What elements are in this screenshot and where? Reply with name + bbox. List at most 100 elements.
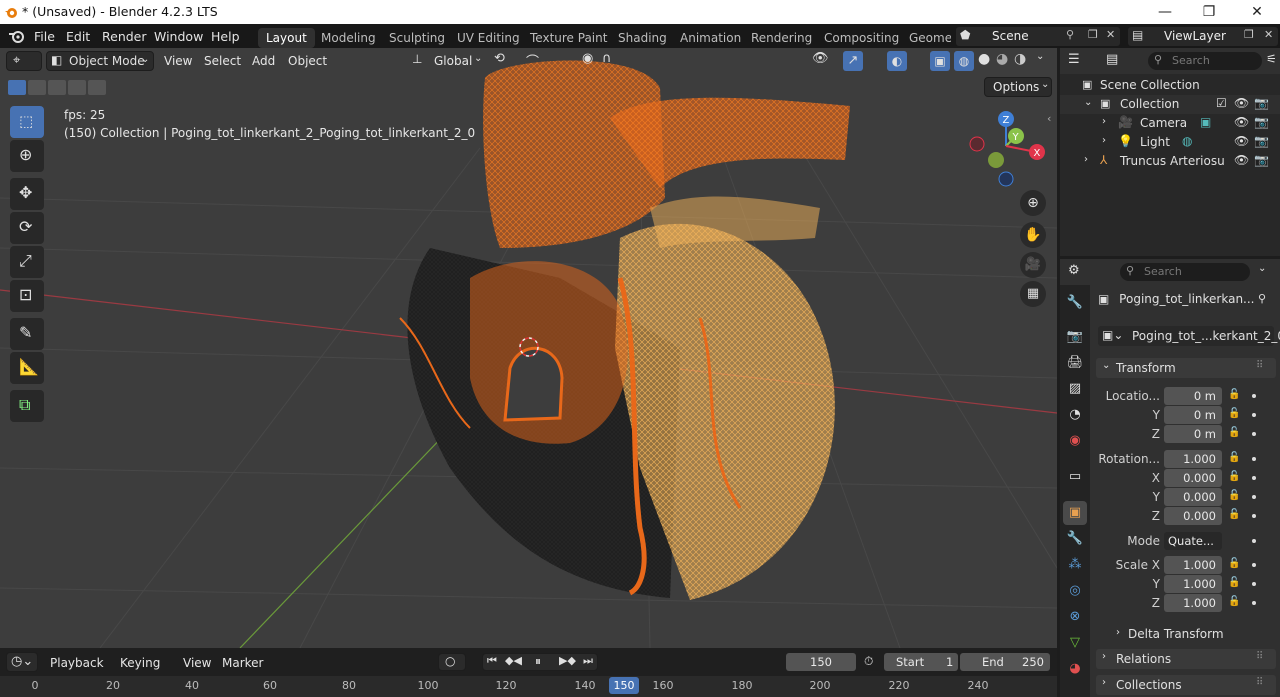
- collections-panel-header[interactable]: › Collections ⠿: [1096, 675, 1276, 695]
- location-x-field[interactable]: 0 m: [1164, 387, 1222, 405]
- menu-file[interactable]: File: [34, 29, 55, 44]
- object-tab-icon[interactable]: ▣: [1063, 501, 1087, 525]
- constraints-tab-icon[interactable]: ⊗: [1063, 605, 1087, 629]
- jump-keyframe-forward-icon[interactable]: ▶◆: [559, 654, 576, 667]
- select-subtract-icon[interactable]: [48, 80, 66, 95]
- chevron-down-icon[interactable]: ⌄: [1258, 263, 1266, 274]
- keyframe-dot-icon[interactable]: [1252, 495, 1256, 499]
- render-tab-icon[interactable]: 📷: [1063, 325, 1087, 349]
- location-y-field[interactable]: 0 m: [1164, 406, 1222, 424]
- menu-window[interactable]: Window: [154, 29, 203, 44]
- jump-start-icon[interactable]: ⏮: [487, 654, 497, 668]
- eye-icon[interactable]: 👁: [1234, 115, 1249, 129]
- select-mode-buttons[interactable]: [8, 80, 106, 96]
- drag-handle-icon[interactable]: ⠿: [1256, 651, 1263, 662]
- outliner-editor-icon[interactable]: ☰: [1068, 52, 1080, 67]
- rotation-y-field[interactable]: 0.000: [1164, 488, 1222, 506]
- close-button[interactable]: ✕: [1234, 0, 1280, 24]
- render-camera-icon[interactable]: 📷: [1254, 153, 1269, 167]
- remove-scene-icon[interactable]: ✕: [1106, 28, 1115, 41]
- keyframe-dot-icon[interactable]: [1252, 582, 1256, 586]
- navigation-gizmo[interactable]: Z Y X: [964, 108, 1050, 192]
- physics-tab-icon[interactable]: ◎: [1063, 579, 1087, 603]
- transform-tool[interactable]: ⊡: [10, 280, 44, 312]
- scale-z-field[interactable]: 1.000: [1164, 594, 1222, 612]
- keyframe-dot-icon[interactable]: [1252, 476, 1256, 480]
- keyframe-dot-icon[interactable]: [1252, 394, 1256, 398]
- options-dropdown[interactable]: Options ⌄: [984, 77, 1052, 97]
- lock-icon[interactable]: 🔓: [1228, 471, 1240, 482]
- end-frame-field[interactable]: End 250: [960, 653, 1050, 671]
- overlays-toggle-icon[interactable]: ◐: [887, 51, 907, 71]
- select-invert-icon[interactable]: [68, 80, 86, 95]
- wireframe-shading-icon[interactable]: ◍: [954, 51, 974, 71]
- add-cube-tool[interactable]: ⧉: [10, 390, 44, 422]
- maximize-button[interactable]: ❐: [1186, 0, 1232, 24]
- mesh-data-selector[interactable]: ▣⌄ Poging_tot_...kerkant_2_0: [1098, 326, 1280, 346]
- data-tab-icon[interactable]: ▽: [1063, 631, 1087, 655]
- outliner-row-collection[interactable]: ⌄ ▣ Collection ☑ 👁 📷: [1060, 95, 1280, 114]
- chevron-down-icon[interactable]: ⌄: [1036, 51, 1044, 62]
- keyframe-dot-icon[interactable]: [1252, 563, 1256, 567]
- lock-icon[interactable]: 🔓: [1228, 558, 1240, 569]
- viewlayer-selector[interactable]: ▤ ViewLayer ❐ ✕: [1128, 27, 1278, 46]
- new-scene-icon[interactable]: ❐: [1088, 28, 1098, 41]
- render-camera-icon[interactable]: 📷: [1254, 134, 1269, 148]
- rotation-mode-dropdown[interactable]: Quate...: [1164, 532, 1222, 550]
- select-new-icon[interactable]: [8, 80, 26, 95]
- material-shading-icon[interactable]: ◕: [996, 51, 1008, 67]
- new-viewlayer-icon[interactable]: ❐: [1244, 28, 1254, 41]
- timeline-menu-view[interactable]: View: [183, 656, 211, 670]
- tab-rendering[interactable]: Rendering: [743, 28, 820, 48]
- heart-wireframe-model[interactable]: [399, 60, 850, 601]
- keyframe-dot-icon[interactable]: [1252, 601, 1256, 605]
- drag-handle-icon[interactable]: ⠿: [1256, 677, 1263, 688]
- menu-help[interactable]: Help: [211, 29, 240, 44]
- keyframe-dot-icon[interactable]: [1252, 413, 1256, 417]
- outliner-row-truncus[interactable]: › ⅄ Truncus Arteriosu 👁 📷: [1060, 152, 1280, 171]
- viewport-menu-object[interactable]: Object: [288, 54, 327, 68]
- perspective-toggle-icon[interactable]: ▦: [1020, 281, 1046, 307]
- minimize-button[interactable]: —: [1142, 0, 1188, 24]
- rotate-tool[interactable]: ⟳: [10, 212, 44, 244]
- lock-icon[interactable]: 🔓: [1228, 509, 1240, 520]
- object-name[interactable]: Poging_tot_linkerkan...: [1119, 292, 1254, 306]
- editor-type-button[interactable]: ⌖: [6, 51, 42, 71]
- lock-icon[interactable]: 🔓: [1228, 427, 1240, 438]
- chevron-down-icon[interactable]: ⌄: [1084, 97, 1092, 108]
- delta-transform-subpanel[interactable]: › Delta Transform: [1108, 625, 1268, 643]
- rotation-z-field[interactable]: 0.000: [1164, 507, 1222, 525]
- measure-tool[interactable]: 📐: [10, 352, 44, 384]
- display-mode-icon[interactable]: ▤: [1106, 52, 1118, 67]
- tab-layout[interactable]: Layout: [258, 28, 315, 48]
- tab-modeling[interactable]: Modeling: [313, 28, 384, 48]
- blender-menu-icon[interactable]: [8, 28, 26, 44]
- transform-orientation-dropdown[interactable]: ⊥ Global ⌄: [408, 51, 484, 71]
- timeline-ruler[interactable]: 0 20 40 60 80 100 120 140 150 160 180 20…: [0, 676, 1057, 697]
- annotate-tool[interactable]: ✎: [10, 318, 44, 350]
- lock-icon[interactable]: 🔓: [1228, 452, 1240, 463]
- keyframe-dot-icon[interactable]: [1252, 514, 1256, 518]
- camera-view-icon[interactable]: 🎥: [1020, 252, 1046, 278]
- location-z-field[interactable]: 0 m: [1164, 425, 1222, 443]
- mode-dropdown[interactable]: ◧ Object Mode ⌄: [46, 51, 154, 71]
- start-frame-field[interactable]: Start 1: [884, 653, 958, 671]
- zoom-icon[interactable]: ⊕: [1020, 190, 1046, 216]
- timeline-editor-type-button[interactable]: ◷⌄: [6, 652, 38, 672]
- tab-uv-editing[interactable]: UV Editing: [449, 28, 528, 48]
- lock-icon[interactable]: 🔓: [1228, 596, 1240, 607]
- remove-viewlayer-icon[interactable]: ✕: [1264, 28, 1273, 41]
- select-extend-icon[interactable]: [28, 80, 46, 95]
- eye-icon[interactable]: 👁: [1234, 153, 1249, 167]
- sidebar-toggle-icon[interactable]: ‹: [1047, 112, 1051, 125]
- tab-geometry-nodes[interactable]: Geomet: [901, 28, 951, 48]
- view-layer-tab-icon[interactable]: ▨: [1063, 377, 1087, 401]
- tab-texture-paint[interactable]: Texture Paint: [522, 28, 615, 48]
- outliner-row-camera[interactable]: › 🎥 Camera ▣ 👁 📷: [1060, 114, 1280, 133]
- tab-sculpting[interactable]: Sculpting: [381, 28, 453, 48]
- chevron-right-icon[interactable]: ›: [1102, 135, 1106, 146]
- tab-shading[interactable]: Shading: [610, 28, 675, 48]
- rotation-w-field[interactable]: 1.000: [1164, 450, 1222, 468]
- relations-panel-header[interactable]: › Relations ⠿: [1096, 649, 1276, 669]
- timeline-menu-marker[interactable]: Marker: [222, 656, 263, 670]
